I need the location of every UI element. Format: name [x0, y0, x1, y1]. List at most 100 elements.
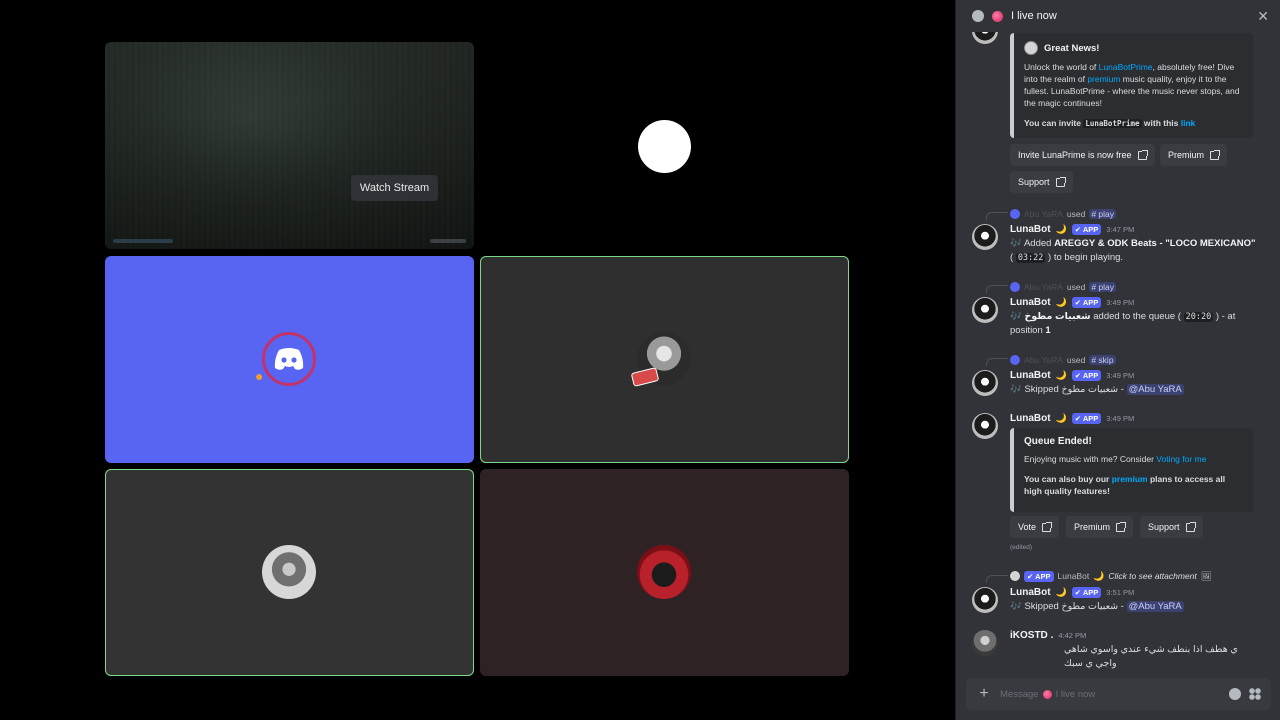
vote-button[interactable]: Vote: [1010, 516, 1060, 538]
chat-panel: Great News! Unlock the world of LunaBotP…: [955, 0, 1280, 720]
timestamp: 3:49 PM: [1106, 371, 1135, 380]
external-link-icon: [1185, 521, 1196, 532]
reply-avatar: [1010, 571, 1020, 581]
invite-link[interactable]: link: [1181, 118, 1196, 128]
panel-header: I live now ✕: [956, 0, 1280, 32]
app-badge: ✔ APP: [1071, 224, 1102, 235]
lunabot-avatar[interactable]: [972, 224, 998, 250]
message-header: iKOSTD . 4:42 PM: [1010, 629, 1086, 642]
username[interactable]: iKOSTD .: [1010, 630, 1053, 641]
moon-icon: 🌙: [1055, 370, 1067, 380]
participant-tile-discord[interactable]: ●: [105, 256, 474, 463]
status-dot-icon: [1042, 689, 1052, 699]
external-link-icon: [1055, 176, 1066, 187]
message-content: 🎶 Added AREGGY & ODK Beats - "LOCO MEXIC…: [1010, 238, 1256, 263]
panel-title: I live now: [1011, 10, 1057, 22]
embed-author-icon: [1024, 41, 1038, 55]
reply-avatar: [1010, 355, 1020, 365]
premium-button[interactable]: Premium: [1066, 516, 1134, 538]
reply-connector: [986, 212, 1008, 220]
user-mention[interactable]: @Abu YaRA: [1126, 601, 1184, 612]
promo-embed: Great News! Unlock the world of LunaBotP…: [1010, 33, 1253, 138]
external-link-icon: [1042, 521, 1053, 532]
timestamp: 3:51 PM: [1106, 588, 1135, 597]
external-link-icon: [1210, 149, 1221, 160]
video-stage: Watch Stream ●: [0, 0, 955, 720]
message-composer[interactable]: + Message I live now: [966, 678, 1271, 710]
apps-icon[interactable]: [1249, 688, 1261, 700]
message-content: 🎶 Skipped شعبيات مطوخ - @Abu YaRA: [1010, 384, 1184, 395]
reply-connector: [986, 285, 1008, 293]
command-play: # play: [1089, 209, 1117, 219]
user-mention[interactable]: @Abu YaRA: [1126, 384, 1184, 395]
app-badge: ✔ APP: [1071, 297, 1102, 308]
participant-avatar-3: [262, 545, 316, 599]
moon-icon: 🌙: [1055, 413, 1067, 423]
external-link-icon: [1137, 149, 1148, 160]
lunabot-avatar[interactable]: [972, 370, 998, 396]
embed-title: Queue Ended!: [1024, 436, 1092, 447]
message-header: LunaBot 🌙 ✔ APP 3:49 PM: [1010, 412, 1134, 425]
command-reply[interactable]: Abu YaRA used # play: [1010, 208, 1117, 220]
participant-tile-2[interactable]: [480, 256, 849, 463]
participant-avatar-white: [638, 120, 691, 173]
message-content: 🎶 شعبيات مطوخ added to the queue ( 20:20…: [1010, 311, 1236, 336]
lunabot-avatar[interactable]: [972, 587, 998, 613]
command-reply[interactable]: Abu YaRA used # skip: [1010, 354, 1116, 366]
premium-link[interactable]: premium: [1112, 474, 1148, 484]
participant-avatar-4: [637, 545, 691, 599]
participant-tile-4[interactable]: [480, 469, 849, 676]
premium-link[interactable]: premium: [1087, 74, 1120, 84]
message-list[interactable]: Great News! Unlock the world of LunaBotP…: [956, 0, 1280, 676]
username[interactable]: LunaBot: [1010, 587, 1051, 598]
status-dot-icon: [992, 10, 1003, 22]
participant-tile-3[interactable]: [105, 469, 474, 676]
participant-tile-white[interactable]: [480, 42, 849, 249]
lunabotprime-link[interactable]: LunaBotPrime: [1099, 62, 1153, 72]
moon-icon: 🌙: [1055, 224, 1067, 234]
moon-icon: 🌙: [1055, 587, 1067, 597]
premium-button[interactable]: Premium: [1160, 144, 1228, 166]
queue-ended-embed: Queue Ended! Enjoying music with me? Con…: [1010, 428, 1253, 512]
stream-tile[interactable]: Watch Stream: [105, 42, 474, 249]
attachment-reply[interactable]: ✔ APP LunaBot 🌙 Click to see attachment …: [1010, 570, 1212, 582]
lunabot-avatar[interactable]: [972, 297, 998, 323]
stream-preview: [105, 42, 474, 249]
reply-connector: [986, 575, 1008, 583]
external-link-icon: [1116, 521, 1127, 532]
command-play: # play: [1089, 282, 1117, 292]
discord-icon: [274, 348, 304, 370]
username[interactable]: LunaBot: [1010, 297, 1051, 308]
message-header: LunaBot 🌙 ✔ APP 3:47 PM: [1010, 223, 1134, 236]
moon-icon: 🌙: [1055, 297, 1067, 307]
voting-link[interactable]: Voting for me: [1156, 454, 1206, 464]
app-badge: ✔ APP: [1071, 413, 1102, 424]
username[interactable]: LunaBot: [1010, 224, 1051, 235]
image-icon: 🖼: [1200, 570, 1212, 581]
message-header: LunaBot 🌙 ✔ APP 3:49 PM: [1010, 369, 1134, 382]
support-button[interactable]: Support: [1140, 516, 1203, 538]
close-icon[interactable]: ✕: [1257, 8, 1269, 25]
app-badge: ✔ APP: [1071, 370, 1102, 381]
message-header: LunaBot 🌙 ✔ APP 3:49 PM: [1010, 296, 1134, 309]
user-avatar[interactable]: [972, 630, 998, 656]
message-content: ي هطف اذا بنطف شيء عندي واسوي شاهي واجي …: [1064, 644, 1238, 669]
embed-premium-line: You can also buy our premium plans to ac…: [1024, 474, 1226, 496]
app-badge: ✔ APP: [1071, 587, 1102, 598]
emoji-icon[interactable]: [1229, 688, 1241, 700]
timestamp: 3:49 PM: [1106, 298, 1135, 307]
message-input[interactable]: Message I live now: [1000, 689, 1221, 700]
username[interactable]: LunaBot: [1010, 370, 1051, 381]
lunabot-avatar[interactable]: [972, 413, 998, 439]
timestamp: 4:42 PM: [1058, 631, 1087, 640]
reply-avatar: [1010, 282, 1020, 292]
support-button[interactable]: Support: [1010, 171, 1073, 193]
invite-lunaprime-button[interactable]: Invite LunaPrime is now free: [1010, 144, 1155, 166]
watch-stream-button[interactable]: Watch Stream: [351, 175, 438, 201]
timestamp: 3:47 PM: [1106, 225, 1135, 234]
embed-vote-line: Enjoying music with me? Consider Voting …: [1024, 454, 1207, 464]
snail-decoration-icon: ●: [255, 368, 264, 384]
attach-plus-icon[interactable]: +: [976, 685, 992, 703]
command-reply[interactable]: Abu YaRA used # play: [1010, 281, 1117, 293]
username[interactable]: LunaBot: [1010, 413, 1051, 424]
